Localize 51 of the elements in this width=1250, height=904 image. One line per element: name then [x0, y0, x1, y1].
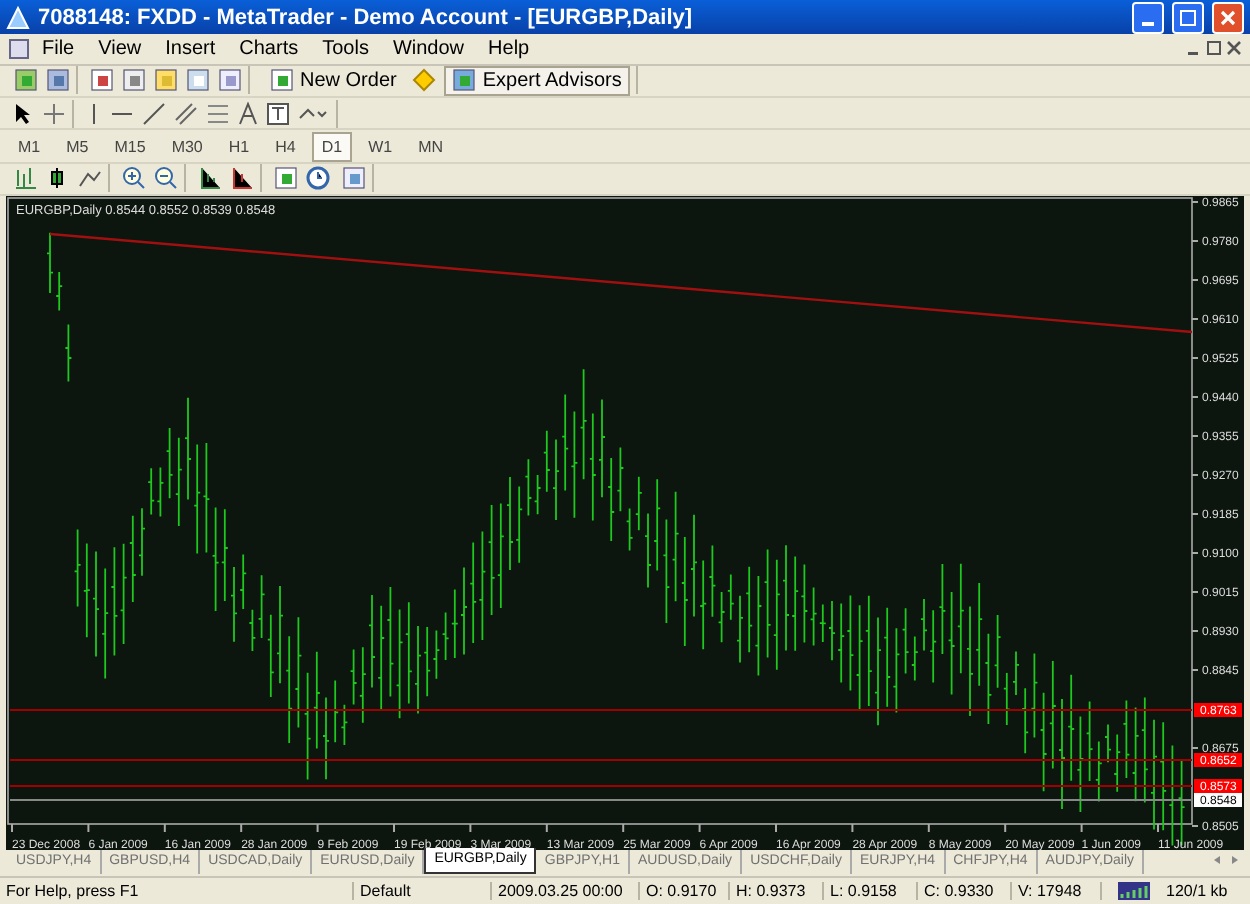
- status-profile: Default: [354, 881, 492, 900]
- menu-item[interactable]: Window: [380, 37, 477, 60]
- trendline-icon[interactable]: [142, 101, 166, 126]
- clock-icon[interactable]: [306, 166, 334, 191]
- menu-item[interactable]: Help: [476, 37, 542, 60]
- crosshair-icon[interactable]: [42, 101, 66, 126]
- maximize-icon: [1180, 9, 1196, 26]
- status-high: H: 0.9373: [730, 881, 824, 900]
- new-order-button[interactable]: New Order: [262, 65, 405, 96]
- window-title: 7088148: FXDD - MetaTrader - Demo Account - [EURGBP,Daily]: [38, 5, 695, 30]
- timeframe-button[interactable]: H1: [218, 131, 260, 162]
- status-volume: V: 17948: [1012, 881, 1102, 900]
- zoom-out-icon[interactable]: [154, 166, 178, 191]
- status-open: O: 0.9170: [640, 881, 730, 900]
- text-icon[interactable]: [238, 101, 258, 126]
- connection-bars-icon: [1118, 881, 1150, 900]
- timeframe-button[interactable]: M5: [56, 131, 99, 162]
- line-chart-icon[interactable]: [78, 166, 102, 191]
- timeframe-button[interactable]: H4: [265, 131, 306, 162]
- menu-item[interactable]: Tools: [310, 37, 381, 60]
- timeframe-button[interactable]: W1: [358, 131, 403, 162]
- document-icon: [8, 37, 30, 60]
- close-button[interactable]: [1212, 1, 1244, 34]
- timeframe-button[interactable]: M15: [104, 131, 156, 162]
- menu-item[interactable]: Insert: [153, 37, 228, 60]
- close-icon: [1220, 9, 1236, 26]
- menu-item[interactable]: File: [30, 37, 87, 60]
- status-help: For Help, press F1: [0, 881, 354, 900]
- status-low: L: 0.9158: [824, 881, 918, 900]
- menu-item[interactable]: Charts: [227, 37, 311, 60]
- status-traffic: 120/1 kb: [1166, 881, 1228, 900]
- fibonacci-icon[interactable]: [206, 101, 230, 126]
- timeframe-button[interactable]: M30: [161, 131, 213, 162]
- child-window-controls-icon[interactable]: [1186, 40, 1242, 57]
- expert-advisors-button[interactable]: Expert Advisors: [444, 65, 630, 96]
- bar-chart-icon[interactable]: [14, 166, 38, 191]
- timeframe-button[interactable]: MN: [408, 131, 454, 162]
- minimize-button[interactable]: [1132, 1, 1164, 34]
- maximize-button[interactable]: [1172, 1, 1204, 34]
- zoom-in-icon[interactable]: [122, 166, 146, 191]
- status-close: C: 0.9330: [918, 881, 1012, 900]
- status-time: 2009.03.25 00:00: [492, 881, 640, 900]
- timeframe-button[interactable]: D1: [311, 131, 353, 162]
- minimize-icon: [1142, 21, 1154, 26]
- text-label-icon[interactable]: [266, 101, 290, 126]
- cursor-icon[interactable]: [14, 101, 34, 126]
- timeframe-button[interactable]: M1: [8, 131, 51, 162]
- app-icon: [6, 5, 30, 30]
- warning-icon[interactable]: [412, 68, 437, 93]
- channel-icon[interactable]: [174, 101, 198, 126]
- menu-item[interactable]: View: [86, 37, 154, 60]
